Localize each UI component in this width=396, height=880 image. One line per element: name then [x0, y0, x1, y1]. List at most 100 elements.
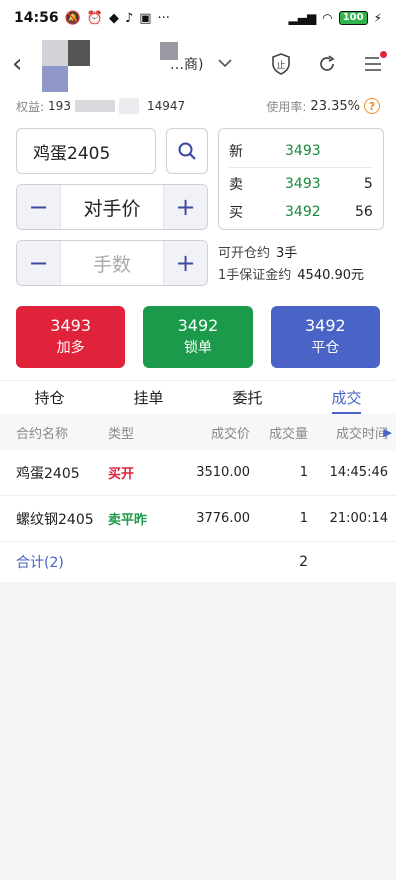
redacted-block	[74, 100, 115, 112]
tab-pending[interactable]: 挂单	[99, 381, 198, 414]
trade-price: 3510.00	[196, 465, 250, 480]
col-header-price: 成交价	[210, 426, 250, 442]
usage-value: 23.35%	[310, 98, 360, 114]
open-estimate: 可开仓约 3手	[218, 240, 384, 262]
status-icons: 🔕 ⏰ ◆ ♪ ▣ ···	[65, 11, 170, 26]
status-time: 14:56	[14, 10, 59, 26]
quote-price[interactable]: 3493	[285, 176, 355, 192]
redacted-block	[118, 98, 139, 114]
table-row[interactable]: 鸡蛋2405 买开 3510.00 1 14:45:46	[0, 450, 396, 496]
top-panel: 14:56 🔕 ⏰ ◆ ♪ ▣ ··· ▂▄▆ ◠ 100 ⚡ ‹ …商) 止 …	[0, 0, 396, 414]
usage-ratio: 使用率: 23.35% ?	[266, 98, 380, 115]
trade-type: 卖平昨	[108, 513, 148, 528]
redacted-block	[160, 42, 178, 60]
menu-icon[interactable]	[362, 51, 387, 75]
total-label: 合计(2)	[16, 555, 64, 571]
lock-button[interactable]: 3492 锁单	[143, 306, 253, 368]
svg-text:止: 止	[276, 59, 285, 71]
search-button[interactable]	[166, 128, 208, 174]
back-icon[interactable]: ‹	[12, 49, 40, 79]
qty-minus-button[interactable]: −	[17, 241, 61, 285]
total-row: 合计(2) 2	[0, 542, 396, 582]
trade-name: 鸡蛋2405	[16, 465, 80, 482]
col-header-name: 合约名称	[16, 426, 69, 442]
col-header-qty: 成交量	[268, 426, 308, 442]
redacted-block	[42, 66, 68, 92]
search-icon	[178, 142, 196, 160]
divider	[229, 167, 373, 168]
equity-value-suffix: 14947	[146, 99, 186, 113]
notification-dot	[380, 51, 387, 58]
buy-long-button[interactable]: 3493 加多	[16, 306, 126, 368]
col-header-type: 类型	[108, 426, 135, 442]
price-mode[interactable]: 对手价	[61, 194, 163, 221]
table-row[interactable]: 螺纹钢2405 卖平昨 3776.00 1 21:00:14	[0, 496, 396, 542]
usage-label: 使用率:	[266, 99, 307, 114]
app-icon: ◆	[108, 10, 119, 26]
app2-icon: ▣	[139, 10, 152, 26]
symbol-row: 鸡蛋2405	[16, 128, 208, 174]
redacted-block	[68, 40, 90, 66]
equity-label: 权益:	[16, 99, 45, 114]
symbol-input[interactable]: 鸡蛋2405	[16, 128, 156, 174]
lock-label: 锁单	[183, 340, 212, 356]
open-value: 3手	[276, 245, 298, 261]
total-qty: 2	[299, 554, 308, 570]
equity-value-prefix: 193	[48, 99, 71, 113]
quote-column: 新 3493 卖 3493 5 买 3492 56 可开仓约 3手 1手保证金约…	[218, 128, 384, 296]
trade-name: 螺纹钢2405	[16, 511, 94, 528]
alarm-icon: ⏰	[86, 10, 103, 26]
price-plus-button[interactable]: +	[163, 185, 207, 229]
equity-row: 权益: 193 14947 使用率: 23.35% ?	[0, 92, 396, 120]
close-position-button[interactable]: 3492 平仓	[270, 306, 380, 368]
status-bar: 14:56 🔕 ⏰ ◆ ♪ ▣ ··· ▂▄▆ ◠ 100 ⚡	[0, 0, 396, 36]
trade-time: 14:45:46	[329, 465, 388, 480]
price-stepper: − 对手价 +	[16, 184, 208, 230]
trade-price: 3776.00	[196, 511, 250, 526]
shield-stop-icon[interactable]: 止	[270, 53, 292, 75]
price-minus-button[interactable]: −	[17, 185, 61, 229]
tab-bar: 持仓 挂单 委托 成交	[0, 380, 396, 414]
quote-price[interactable]: 3492	[285, 204, 355, 220]
nav-bar: ‹ …商) 止	[0, 36, 396, 92]
quote-volume: 56	[355, 204, 373, 220]
order-info: 可开仓约 3手 1手保证金约 4540.90元	[218, 230, 384, 284]
tab-trades[interactable]: 成交	[297, 381, 396, 414]
trade-qty: 1	[299, 465, 308, 480]
buy-label: 加多	[56, 340, 85, 356]
more-icon: ···	[157, 10, 170, 26]
trade-time: 21:00:14	[329, 511, 388, 526]
open-label: 可开仓约	[218, 245, 271, 261]
qty-plus-button[interactable]: +	[163, 241, 207, 285]
margin-value: 4540.90元	[297, 267, 365, 283]
tab-orders[interactable]: 委托	[198, 381, 297, 414]
refresh-icon[interactable]	[316, 53, 338, 75]
quote-label: 新	[229, 144, 243, 160]
quote-row-bid: 买 3492 56	[229, 198, 373, 226]
nav-actions: 止	[270, 51, 387, 75]
account-selector[interactable]: …商)	[170, 54, 233, 74]
quote-label: 卖	[229, 177, 243, 193]
charging-icon: ⚡	[373, 11, 382, 25]
quote-volume: 5	[363, 176, 373, 192]
buy-price: 3493	[50, 316, 92, 335]
lock-price: 3492	[177, 316, 219, 335]
mute-icon: 🔕	[64, 10, 81, 26]
battery-icon: 100	[338, 11, 368, 25]
wifi-icon: ◠	[322, 11, 333, 25]
help-icon[interactable]: ?	[364, 98, 380, 114]
signal-icon: ▂▄▆	[288, 11, 317, 25]
scroll-right-icon[interactable]: ▶	[384, 426, 392, 439]
quote-row-last: 新 3493	[229, 137, 373, 165]
close-label: 平仓	[311, 340, 340, 356]
redacted-block	[42, 40, 68, 66]
chevron-down-icon	[217, 56, 233, 72]
quantity-input[interactable]: 手数	[61, 250, 163, 277]
tab-positions[interactable]: 持仓	[0, 381, 99, 414]
quote-row-ask: 卖 3493 5	[229, 170, 373, 198]
quote-price[interactable]: 3493	[285, 143, 355, 159]
tiktok-icon: ♪	[124, 10, 134, 26]
margin-label: 1手保证金约	[218, 267, 292, 283]
margin-estimate: 1手保证金约 4540.90元	[218, 262, 384, 284]
table-header: 合约名称 类型 成交价 成交量 成交时间 ▶	[0, 414, 396, 450]
